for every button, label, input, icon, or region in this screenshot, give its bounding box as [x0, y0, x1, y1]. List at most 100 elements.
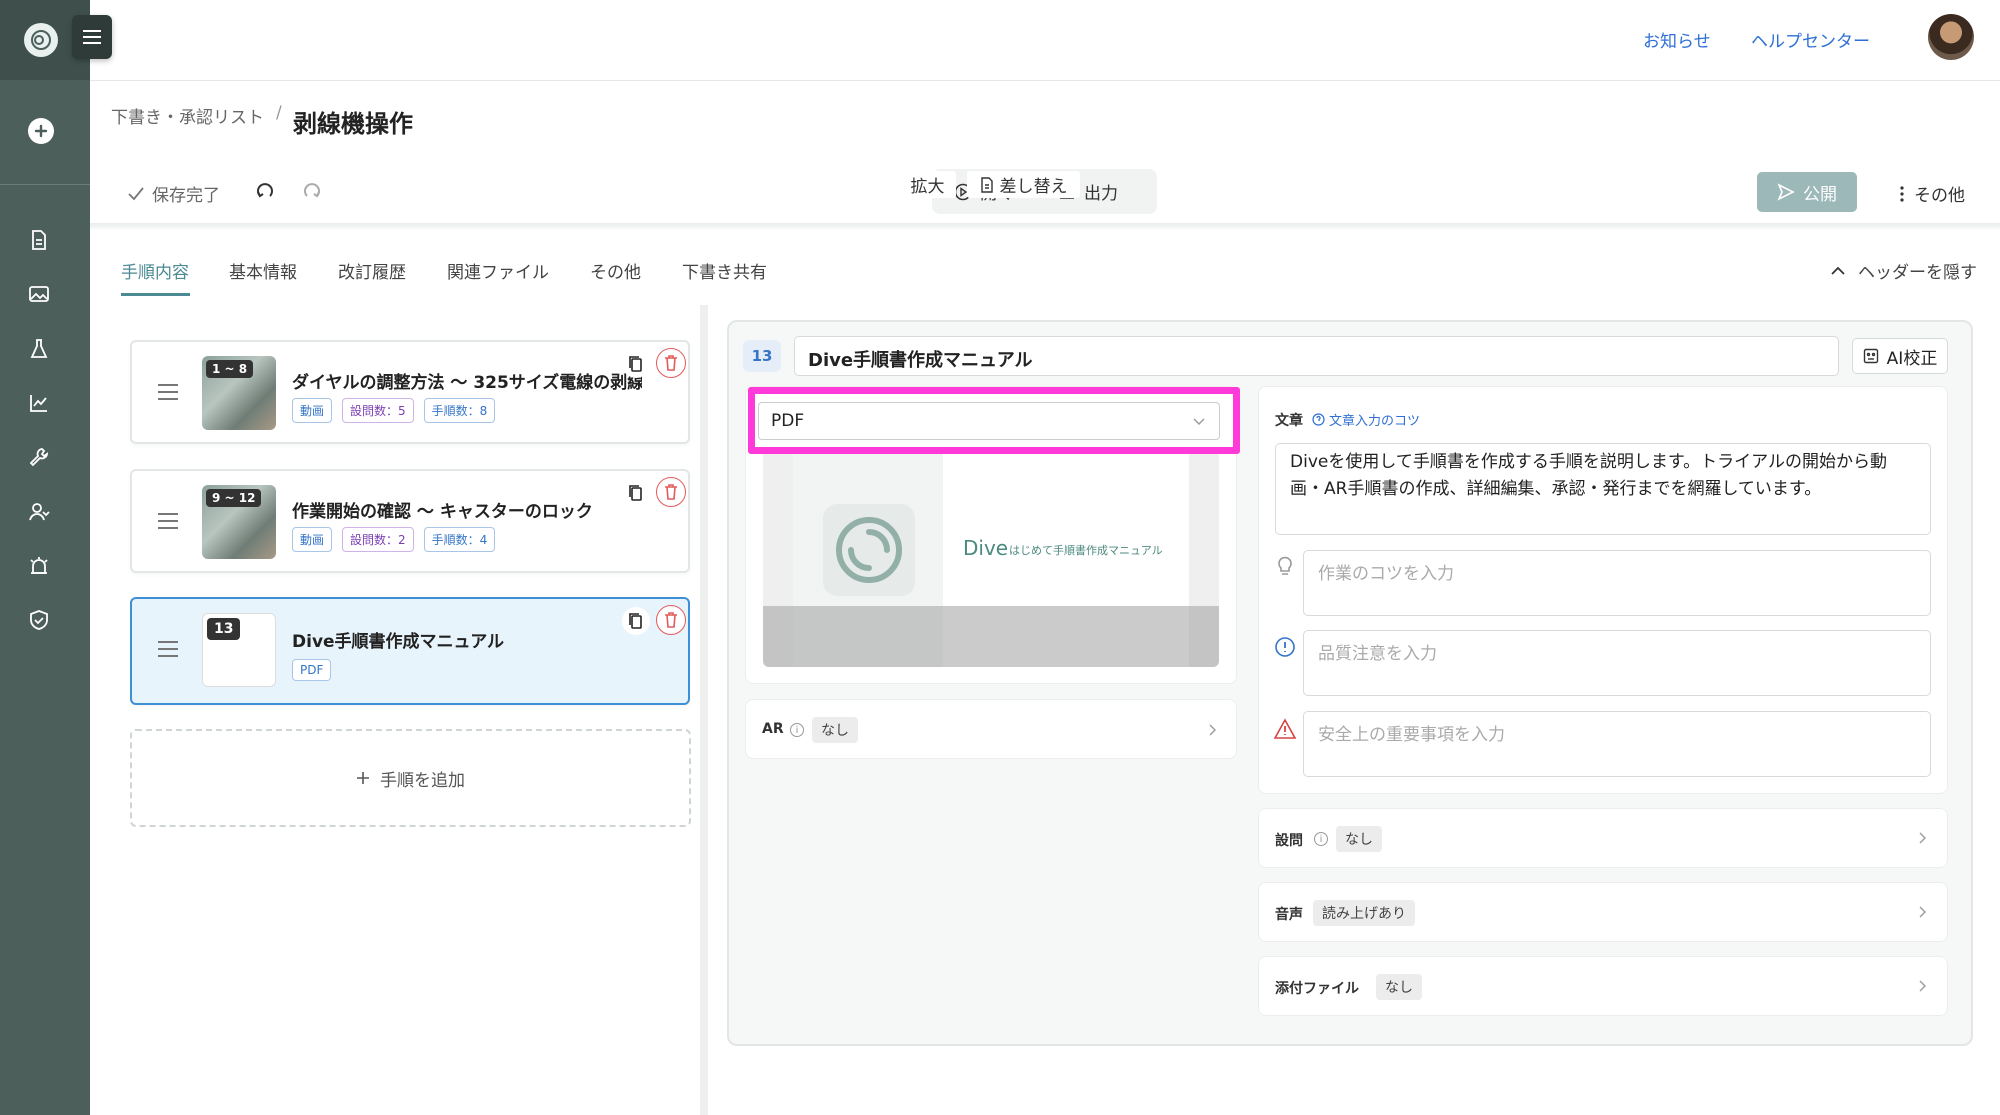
- text-tips-label: 文章入力のコツ: [1329, 414, 1421, 429]
- drag-handle-icon[interactable]: [158, 513, 178, 529]
- app-logo-icon[interactable]: [24, 23, 58, 57]
- drag-handle-icon[interactable]: [158, 384, 178, 400]
- flask-icon[interactable]: [26, 336, 52, 362]
- step-title: 作業開始の確認 〜 キャスターのロック: [292, 502, 593, 522]
- warning-icon: [1274, 718, 1296, 739]
- more-label: その他: [1914, 186, 1965, 206]
- users-icon[interactable]: [26, 499, 52, 525]
- zoom-button[interactable]: 拡大: [899, 171, 956, 198]
- export-label: 出力: [1084, 184, 1118, 204]
- text-body-textarea[interactable]: Diveを使用して手順書を作成する手順を説明します。トライアルの開始から動 画・…: [1275, 443, 1931, 535]
- chevron-right-icon: [1919, 906, 1926, 918]
- attachment-row[interactable]: [1258, 956, 1948, 1016]
- step-card[interactable]: 1 ~ 8 ダイヤルの調整方法 〜 325サイズ電線の剥線 動画 設問数：5 手…: [130, 340, 690, 444]
- publish-label: 公開: [1803, 184, 1837, 205]
- step-tags: PDF: [292, 659, 332, 681]
- add-step-button[interactable]: 手順を追加: [130, 729, 691, 827]
- file-icon: [980, 176, 993, 193]
- preview-overlay: [763, 606, 1219, 667]
- ai-icon: [1863, 348, 1878, 364]
- step-thumbnail: 1 ~ 8: [202, 356, 276, 430]
- info-icon: i: [1314, 832, 1328, 846]
- info-circle-icon: [1275, 637, 1295, 657]
- image-icon[interactable]: [26, 281, 52, 307]
- ai-proofread-button[interactable]: AI校正: [1852, 338, 1948, 374]
- hide-header-button[interactable]: ヘッダーを隠す: [1830, 258, 1977, 283]
- step-number-badge: 13: [743, 340, 781, 372]
- step-title-input[interactable]: Dive手順書作成マニュアル: [794, 336, 1839, 376]
- chevron-right-icon: [1919, 832, 1926, 844]
- copy-icon[interactable]: [622, 607, 650, 635]
- breadcrumb-parent[interactable]: 下書き・承認リスト: [111, 103, 264, 128]
- tab-revision-history[interactable]: 改訂履歴: [338, 258, 406, 283]
- pdf-subtitle-text: はじめて手順書作成マニュアル: [1009, 544, 1163, 557]
- ar-label: AR: [762, 721, 784, 737]
- send-icon: [1777, 183, 1795, 201]
- tag-question-count: 設問数：5: [342, 398, 414, 423]
- redo-icon[interactable]: [302, 182, 322, 202]
- text-body-line: Diveを使用して手順書を作成する手順を説明します。トライアルの開始から動: [1290, 452, 1887, 472]
- news-link[interactable]: お知らせ: [1643, 27, 1711, 52]
- copy-icon[interactable]: [622, 350, 650, 378]
- replace-button[interactable]: 差し替え: [967, 171, 1080, 198]
- hide-header-label: ヘッダーを隠す: [1858, 263, 1977, 283]
- avatar[interactable]: [1928, 14, 1974, 60]
- save-status-label: 保存完了: [152, 186, 220, 206]
- hamburger-menu-icon[interactable]: [72, 15, 112, 59]
- help-center-link[interactable]: ヘルプセンター: [1751, 27, 1870, 52]
- tab-procedure[interactable]: 手順内容: [121, 258, 189, 283]
- audio-label: 音声: [1275, 907, 1303, 923]
- tab-related-files[interactable]: 関連ファイル: [447, 258, 549, 283]
- more-menu-button[interactable]: その他: [1900, 181, 1965, 206]
- tab-basic-info[interactable]: 基本情報: [229, 258, 297, 283]
- step-card-selected[interactable]: 13 Dive手順書作成マニュアル PDF: [130, 597, 690, 705]
- step-range-badge: 9 ~ 12: [206, 489, 262, 507]
- help-circle-icon: [1312, 413, 1325, 426]
- create-new-icon[interactable]: [28, 118, 54, 144]
- tag-question-count: 設問数：2: [342, 527, 414, 552]
- trash-icon[interactable]: [656, 605, 686, 635]
- safety-note-input[interactable]: 安全上の重要事項を入力: [1303, 711, 1931, 777]
- trash-icon[interactable]: [656, 348, 686, 378]
- tab-draft-share[interactable]: 下書き共有: [682, 258, 767, 283]
- publish-button[interactable]: 公開: [1757, 172, 1857, 212]
- shield-icon[interactable]: [26, 607, 52, 633]
- wrench-icon[interactable]: [26, 444, 52, 470]
- check-icon: [128, 186, 144, 200]
- tab-other[interactable]: その他: [590, 258, 641, 283]
- quality-note-input[interactable]: 品質注意を入力: [1303, 630, 1931, 696]
- drag-handle-icon[interactable]: [158, 641, 178, 657]
- attachment-label: 添付ファイル: [1275, 981, 1359, 997]
- undo-icon[interactable]: [255, 182, 275, 202]
- page-title: 剥線機操作: [293, 110, 413, 138]
- step-card[interactable]: 9 ~ 12 作業開始の確認 〜 キャスターのロック 動画 設問数：2 手順数：…: [130, 469, 690, 573]
- add-step-label: 手順を追加: [380, 770, 465, 791]
- sidebar-divider: [0, 184, 90, 185]
- step-title: ダイヤルの調整方法 〜 325サイズ電線の剥線: [292, 373, 642, 393]
- chart-icon[interactable]: [26, 390, 52, 416]
- breadcrumb-separator: /: [276, 103, 282, 123]
- save-status: 保存完了: [128, 181, 220, 206]
- tip-input[interactable]: 作業のコツを入力: [1303, 550, 1931, 616]
- tag-media: 動画: [292, 527, 333, 552]
- tag-step-count: 手順数：4: [423, 527, 496, 552]
- alarm-icon[interactable]: [26, 553, 52, 579]
- attachment-value: なし: [1376, 974, 1422, 1000]
- pdf-brand-text: Dive: [963, 536, 1009, 560]
- info-icon: i: [790, 723, 804, 737]
- column-divider[interactable]: [700, 305, 708, 1115]
- plus-icon: [357, 772, 369, 784]
- trash-icon[interactable]: [656, 477, 686, 507]
- chevron-right-icon: [1209, 724, 1216, 736]
- more-vertical-icon: [1900, 185, 1904, 202]
- step-thumbnail: 13: [202, 613, 276, 687]
- ar-value: なし: [812, 717, 858, 743]
- step-title: Dive手順書作成マニュアル: [292, 632, 505, 652]
- text-tips-link[interactable]: 文章入力のコツ: [1312, 410, 1420, 429]
- audio-value: 読み上げあり: [1313, 900, 1415, 926]
- copy-icon[interactable]: [622, 479, 650, 507]
- document-icon[interactable]: [26, 227, 52, 253]
- header-divider: [90, 80, 2000, 81]
- question-value: なし: [1336, 826, 1382, 852]
- tag-media: 動画: [292, 398, 333, 423]
